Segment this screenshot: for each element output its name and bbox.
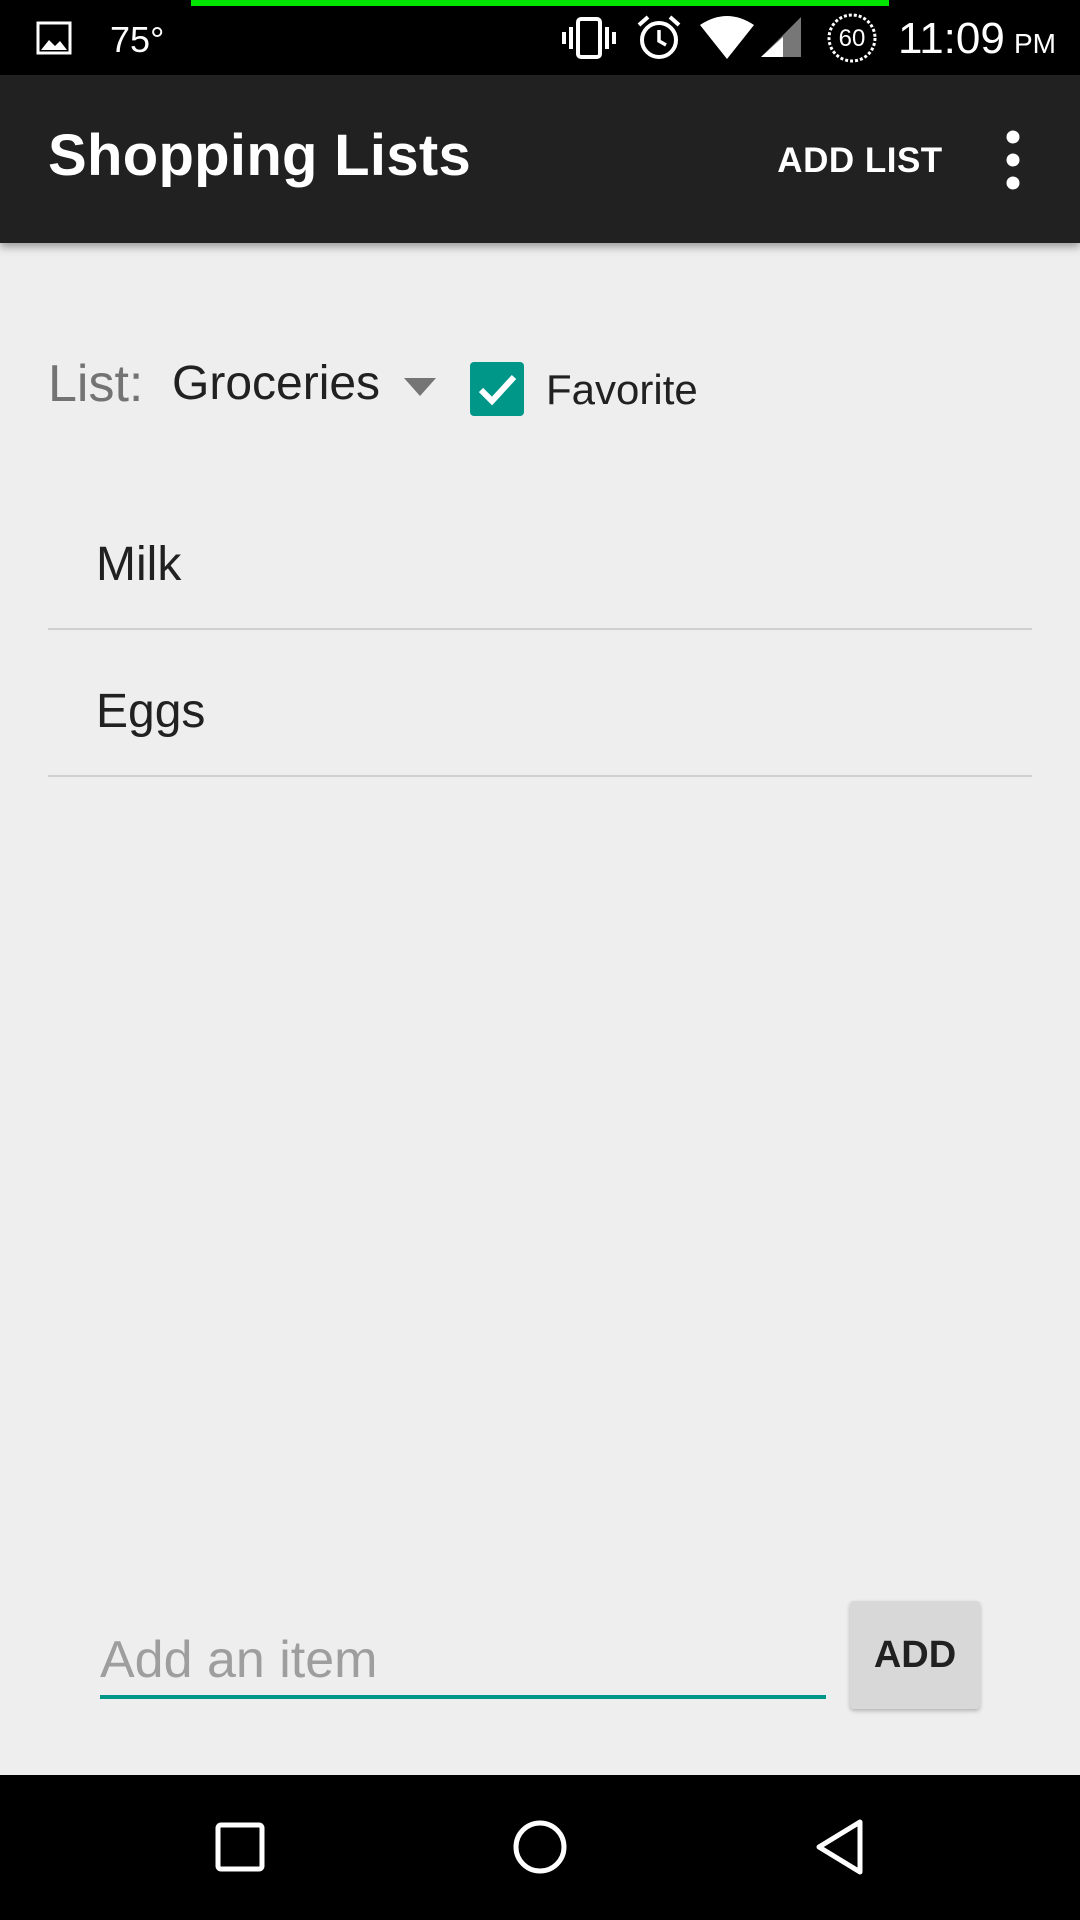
temperature-text: 75° (110, 19, 165, 60)
battery-level-text: 60 (839, 25, 866, 52)
nav-bar (0, 1775, 1080, 1920)
app-bar: Shopping Lists ADD LIST (0, 75, 1080, 243)
clock-text: 11:09 (898, 14, 1005, 63)
home-icon[interactable] (490, 1797, 590, 1897)
cell-signal-icon (758, 14, 804, 60)
wifi-icon (698, 14, 756, 60)
vibrate-icon (560, 14, 618, 62)
list-spinner-value: Groceries (172, 357, 381, 410)
favorite-label[interactable]: Favorite (546, 369, 698, 411)
add-list-button[interactable]: ADD LIST (760, 133, 960, 189)
status-bar: 75° 60 11:09 PM (0, 0, 1080, 75)
list-item-label: Milk (96, 538, 182, 591)
back-icon[interactable] (790, 1797, 890, 1897)
page-title: Shopping Lists (48, 123, 472, 188)
more-vert-icon[interactable] (990, 125, 1036, 195)
image-icon (34, 18, 74, 58)
dropdown-arrow-icon (404, 378, 436, 396)
add-item-input[interactable] (100, 1625, 826, 1699)
recents-icon[interactable] (190, 1797, 290, 1897)
list-item[interactable]: Milk (48, 483, 1032, 630)
list-item-label: Eggs (96, 685, 206, 738)
clock-ampm-text: PM (1014, 28, 1056, 59)
list-item[interactable]: Eggs (48, 630, 1032, 777)
list-label: List: (48, 355, 144, 413)
download-progress-stripe (191, 0, 889, 6)
battery-icon: 60 (826, 12, 878, 64)
screen: 75° 60 11:09 PM Shopping Lists ADD LIST … (0, 0, 1080, 1920)
alarm-icon (634, 12, 684, 62)
favorite-checkbox[interactable] (470, 362, 524, 416)
checkmark-icon (478, 374, 517, 406)
add-item-button[interactable]: ADD (850, 1601, 980, 1709)
list-spinner[interactable]: Groceries (172, 348, 442, 428)
